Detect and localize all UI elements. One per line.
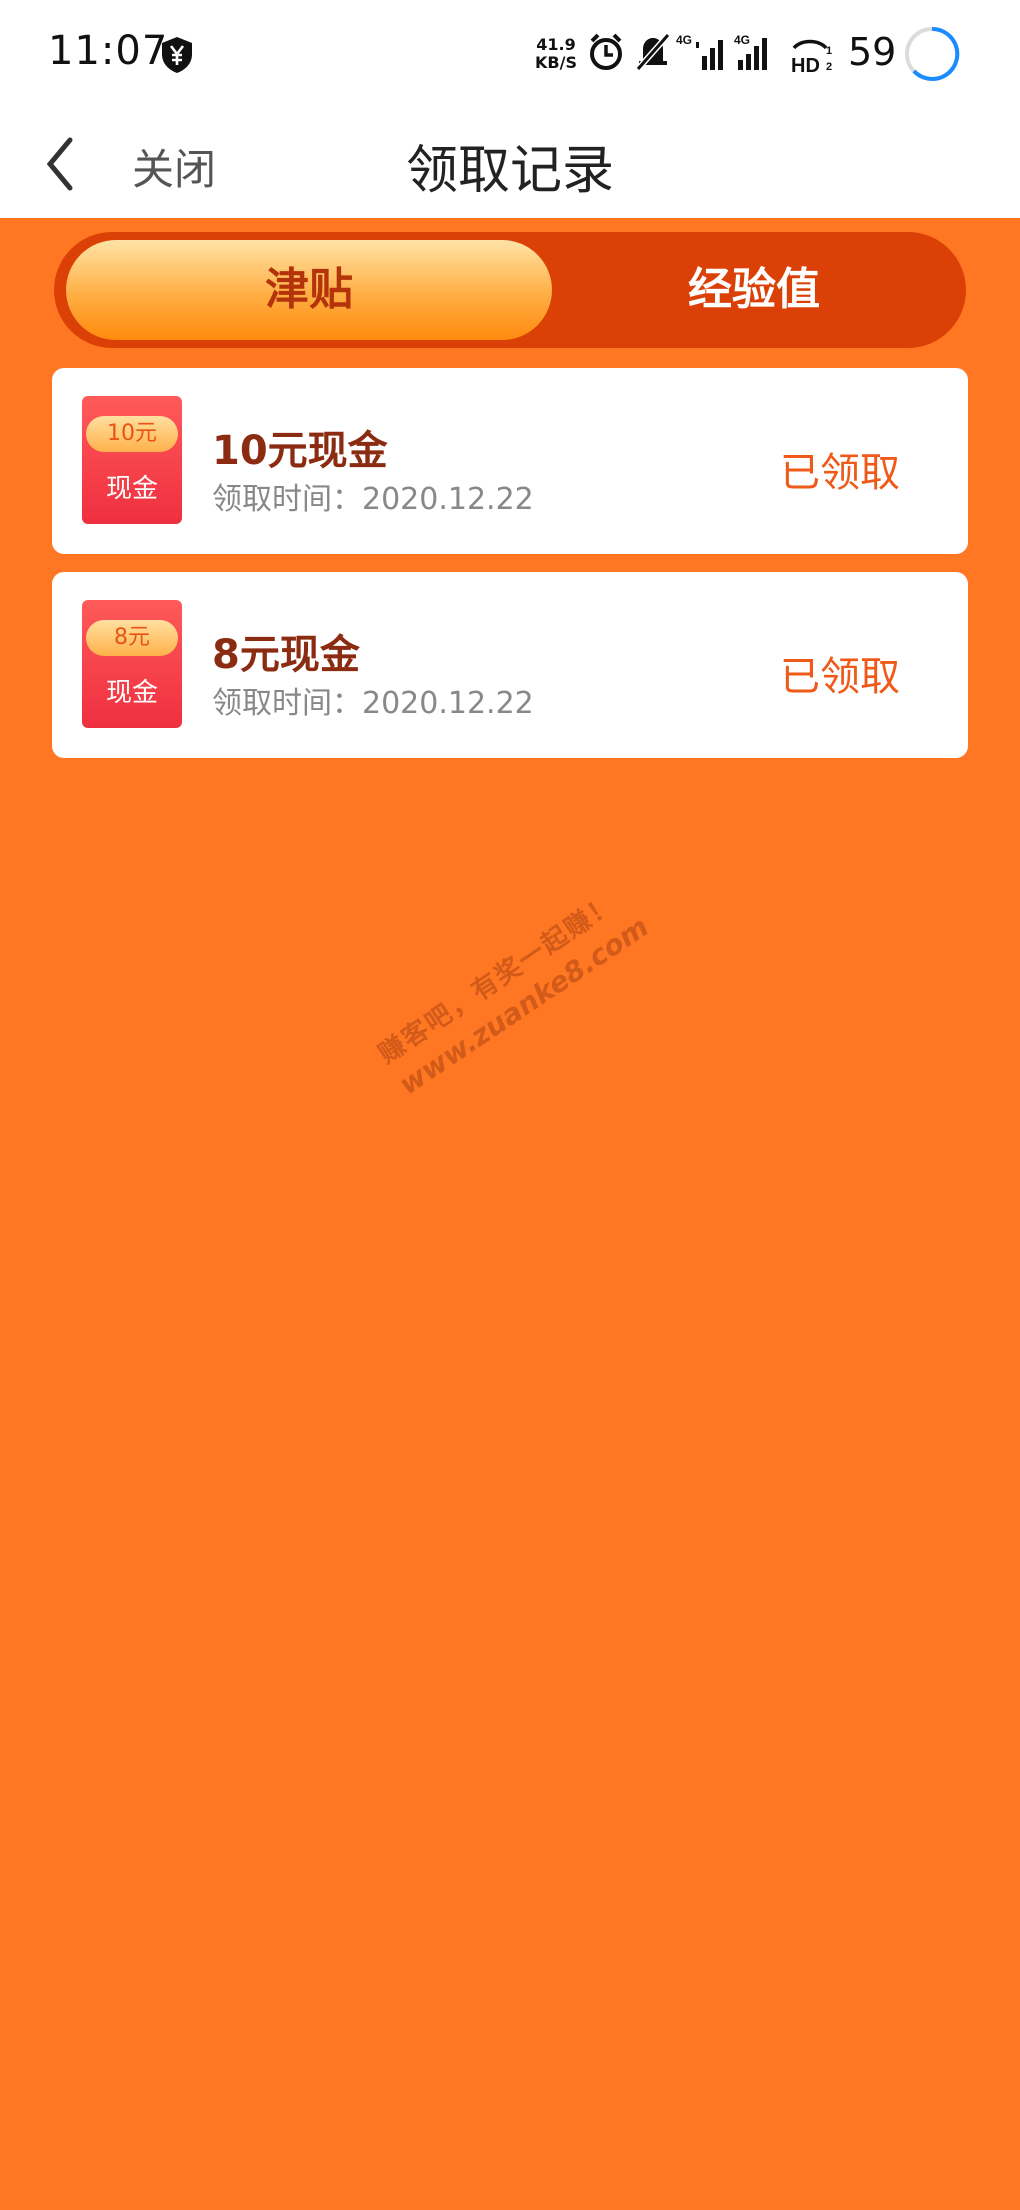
record-status: 已领取 (780, 654, 900, 700)
coupon-kind: 现金 (105, 474, 158, 504)
nav-bar: 关闭 领取记录 (0, 110, 1020, 218)
record-status: 已领取 (780, 450, 900, 496)
hd-voice-icon: HD 1 2 (791, 39, 832, 74)
network-speed: 41.9 KB/S (535, 35, 577, 72)
alarm-icon (590, 33, 622, 70)
svg-text:4G: 4G (676, 33, 692, 47)
tab-group: 津贴 经验值 (54, 232, 966, 348)
coupon-kind: 现金 (105, 678, 158, 708)
tab-allowance[interactable]: 津贴 (66, 240, 552, 340)
coupon-badge: 8元 现金 (82, 600, 182, 728)
record-title: 8元现金 (212, 632, 360, 678)
coupon-badge: 10元 现金 (82, 396, 182, 524)
coupon-amount: 10元 (86, 416, 178, 452)
svg-text:1: 1 (826, 45, 832, 57)
record-card: 8元 现金 8元现金 领取时间：2020.12.22 已领取 (52, 572, 968, 758)
signal-4g-sim2-icon: 4G (734, 33, 767, 70)
record-card: 10元 现金 10元现金 领取时间：2020.12.22 已领取 (52, 368, 968, 554)
tab-experience[interactable]: 经验值 (554, 240, 954, 340)
signal-4g-sim1-icon: 4G (676, 33, 723, 70)
svg-text:HD: HD (791, 55, 820, 74)
svg-text:2: 2 (826, 61, 832, 73)
status-time: 11:07 (48, 28, 169, 74)
coupon-amount: 8元 (86, 620, 178, 656)
mute-bell-icon (635, 33, 671, 71)
svg-text:4G: 4G (734, 33, 750, 47)
battery-ring-icon (905, 26, 960, 81)
record-time: 领取时间：2020.12.22 (212, 686, 534, 721)
record-title: 10元现金 (212, 428, 388, 474)
battery-level: 59 (848, 30, 897, 74)
status-bar: 11:07 41.9 KB/S 4G 4G HD 1 2 59 (0, 0, 1020, 110)
watermark: 赚客吧，有奖一起赚！ www.zuanke8.com (370, 872, 660, 1101)
record-time: 领取时间：2020.12.22 (212, 482, 534, 517)
shield-yuan-icon (162, 37, 192, 73)
page-title: 领取记录 (405, 141, 614, 201)
